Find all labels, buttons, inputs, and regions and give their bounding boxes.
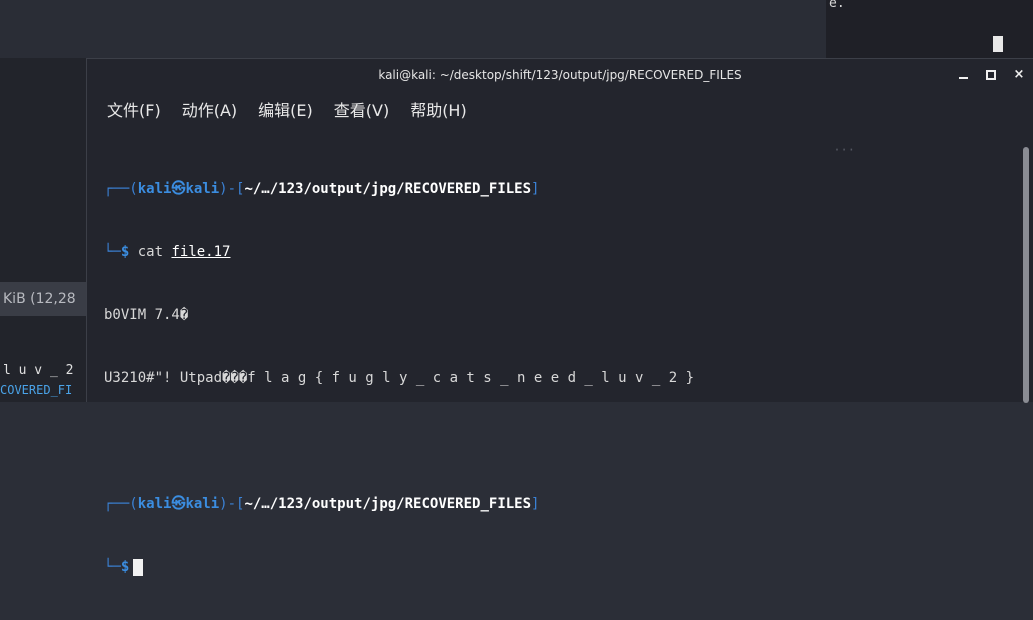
- prompt-path: ~/…/123/output/jpg/RECOVERED_FILES: [244, 496, 532, 512]
- prompt-dollar: $: [120, 559, 130, 575]
- prompt-dollar: $: [120, 244, 130, 260]
- maximize-button[interactable]: [985, 59, 997, 91]
- terminal-window[interactable]: kali@kali: ~/desktop/shift/123/output/jp…: [86, 58, 1033, 576]
- window-controls: ×: [957, 59, 1025, 91]
- prompt-host: kali: [185, 181, 220, 197]
- prompt-separator: )-[: [219, 496, 245, 512]
- menu-action[interactable]: 动作(A): [182, 97, 237, 121]
- prompt-symbol-icon: ㉿: [171, 181, 186, 197]
- background-terminal-path: COVERED_FI: [0, 383, 73, 397]
- prompt-user: kali: [137, 181, 172, 197]
- command-argument[interactable]: file.17: [171, 244, 230, 260]
- prompt-box-bottom: └─: [104, 559, 121, 575]
- background-window-left: [0, 58, 88, 402]
- command-line-1: └─$ cat file.17: [104, 242, 1013, 263]
- background-status-bar: KiB (12,28: [0, 282, 88, 316]
- prompt-box-top: ┌──(: [104, 181, 138, 197]
- terminal-output[interactable]: ┌──(kali㉿kali)-[~/…/123/output/jpg/RECOV…: [104, 137, 1013, 620]
- prompt-symbol-icon: ㉿: [171, 496, 186, 512]
- command-line-2[interactable]: └─$: [104, 557, 1013, 578]
- menu-help[interactable]: 帮助(H): [410, 97, 467, 121]
- prompt-separator: )-[: [219, 181, 245, 197]
- window-titlebar[interactable]: kali@kali: ~/desktop/shift/123/output/jp…: [87, 59, 1033, 91]
- prompt-bracket-close: ]: [531, 181, 540, 197]
- prompt-bracket-close: ]: [531, 496, 540, 512]
- prompt-line-1: ┌──(kali㉿kali)-[~/…/123/output/jpg/RECOV…: [104, 179, 1013, 200]
- prompt-host: kali: [185, 496, 220, 512]
- menu-view[interactable]: 查看(V): [334, 97, 389, 121]
- prompt-box-bottom: └─: [104, 244, 121, 260]
- prompt-box-top: ┌──(: [104, 496, 138, 512]
- prompt-path: ~/…/123/output/jpg/RECOVERED_FILES: [244, 181, 532, 197]
- minimize-button[interactable]: [957, 59, 969, 91]
- text-cursor: [133, 558, 144, 576]
- window-title: kali@kali: ~/desktop/shift/123/output/jp…: [378, 68, 742, 82]
- background-terminal-line: l u v _ 2: [3, 363, 74, 378]
- command-text: cat: [137, 244, 164, 260]
- output-line: b0VIM 7.4�: [104, 307, 189, 323]
- close-button[interactable]: ×: [1013, 59, 1025, 91]
- scrollbar[interactable]: [1023, 147, 1029, 403]
- menu-edit[interactable]: 编辑(E): [258, 97, 313, 121]
- background-terminal-text: e.: [829, 0, 845, 11]
- output-line: U3210#"! Utpad���f l a g { f u g l y _ c…: [104, 370, 695, 386]
- menu-file[interactable]: 文件(F): [107, 97, 161, 121]
- background-window-top: [0, 0, 826, 58]
- menu-bar: 文件(F) 动作(A) 编辑(E) 查看(V) 帮助(H): [87, 91, 1033, 127]
- background-terminal-cursor: [993, 36, 1003, 52]
- prompt-user: kali: [137, 496, 172, 512]
- prompt-line-2: ┌──(kali㉿kali)-[~/…/123/output/jpg/RECOV…: [104, 494, 1013, 515]
